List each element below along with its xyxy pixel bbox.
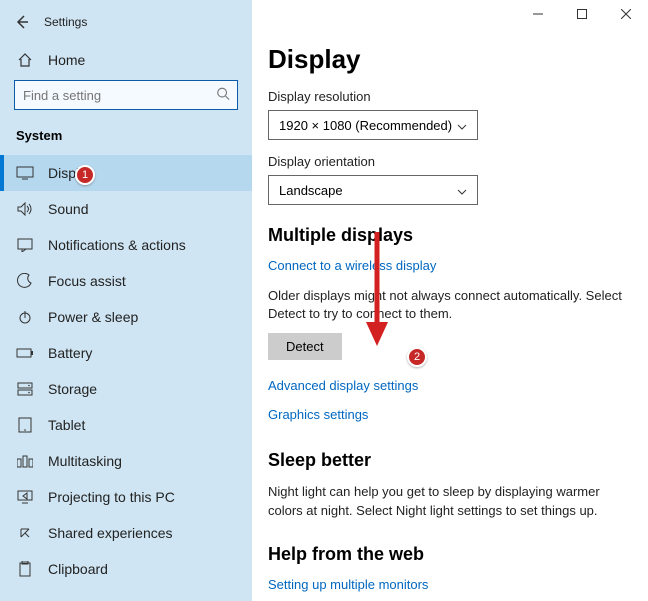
power-icon: [16, 309, 34, 325]
sidebar-item-storage[interactable]: Storage: [0, 371, 252, 407]
clipboard-icon: [16, 561, 34, 577]
multiple-displays-header: Multiple displays: [268, 225, 632, 246]
titlebar: Settings: [0, 6, 252, 46]
page-title: Display: [268, 44, 632, 75]
minimize-button[interactable]: [516, 0, 560, 28]
orientation-value: Landscape: [279, 183, 343, 198]
back-button[interactable]: [8, 8, 36, 36]
sidebar: Settings Home System Display Sound Notif…: [0, 0, 252, 601]
shared-icon: [16, 525, 34, 541]
sidebar-item-label: Battery: [48, 345, 92, 361]
sidebar-item-label: Storage: [48, 381, 97, 397]
main-content: Display Display resolution 1920 × 1080 (…: [252, 0, 648, 601]
chevron-down-icon: [457, 183, 467, 198]
orientation-select[interactable]: Landscape: [268, 175, 478, 205]
graphics-settings-link[interactable]: Graphics settings: [268, 407, 632, 422]
minimize-icon: [533, 9, 543, 19]
resolution-value: 1920 × 1080 (Recommended): [279, 118, 452, 133]
sidebar-item-multitasking[interactable]: Multitasking: [0, 443, 252, 479]
search-input[interactable]: [14, 80, 238, 110]
focus-icon: [16, 273, 34, 289]
annotation-badge-2: 2: [407, 347, 427, 367]
notifications-icon: [16, 238, 34, 252]
sidebar-item-label: Notifications & actions: [48, 237, 186, 253]
advanced-display-link[interactable]: Advanced display settings: [268, 378, 632, 393]
sidebar-item-label: Multitasking: [48, 453, 122, 469]
connect-wireless-link[interactable]: Connect to a wireless display: [268, 258, 632, 273]
help-web-header: Help from the web: [268, 544, 632, 565]
sleep-better-header: Sleep better: [268, 450, 632, 471]
sidebar-item-battery[interactable]: Battery: [0, 335, 252, 371]
projecting-icon: [16, 490, 34, 504]
home-nav[interactable]: Home: [0, 46, 252, 80]
storage-icon: [16, 382, 34, 396]
sidebar-item-label: Shared experiences: [48, 525, 173, 541]
sidebar-item-shared[interactable]: Shared experiences: [0, 515, 252, 551]
app-title: Settings: [36, 15, 87, 29]
sleep-better-text: Night light can help you get to sleep by…: [268, 483, 628, 519]
multitasking-icon: [16, 454, 34, 468]
home-label: Home: [48, 52, 85, 68]
close-button[interactable]: [604, 0, 648, 28]
sidebar-item-tablet[interactable]: Tablet: [0, 407, 252, 443]
resolution-label: Display resolution: [268, 89, 632, 104]
close-icon: [621, 9, 631, 19]
sidebar-item-display[interactable]: Display: [0, 155, 252, 191]
sidebar-item-label: Tablet: [48, 417, 85, 433]
resolution-select[interactable]: 1920 × 1080 (Recommended): [268, 110, 478, 140]
sidebar-item-projecting[interactable]: Projecting to this PC: [0, 479, 252, 515]
sidebar-item-label: Focus assist: [48, 273, 126, 289]
older-displays-text: Older displays might not always connect …: [268, 287, 628, 323]
arrow-left-icon: [14, 14, 30, 30]
home-icon: [16, 52, 34, 68]
sidebar-item-clipboard[interactable]: Clipboard: [0, 551, 252, 587]
nav-list: Display Sound Notifications & actions Fo…: [0, 155, 252, 587]
sidebar-item-notifications[interactable]: Notifications & actions: [0, 227, 252, 263]
annotation-badge-1: 1: [75, 165, 95, 185]
display-icon: [16, 166, 34, 180]
sidebar-item-sound[interactable]: Sound: [0, 191, 252, 227]
sound-icon: [16, 202, 34, 216]
sidebar-item-label: Power & sleep: [48, 309, 138, 325]
tablet-icon: [16, 417, 34, 433]
window-controls: [516, 0, 648, 28]
orientation-label: Display orientation: [268, 154, 632, 169]
sidebar-item-power[interactable]: Power & sleep: [0, 299, 252, 335]
maximize-button[interactable]: [560, 0, 604, 28]
detect-button[interactable]: Detect: [268, 333, 342, 360]
sidebar-item-focus[interactable]: Focus assist: [0, 263, 252, 299]
sidebar-item-label: Projecting to this PC: [48, 489, 175, 505]
search-wrap: [14, 80, 238, 110]
chevron-down-icon: [457, 118, 467, 133]
category-header: System: [0, 124, 252, 155]
battery-icon: [16, 347, 34, 359]
sidebar-item-label: Clipboard: [48, 561, 108, 577]
sidebar-item-label: Sound: [48, 201, 88, 217]
maximize-icon: [577, 9, 587, 19]
help-multiple-monitors-link[interactable]: Setting up multiple monitors: [268, 577, 632, 592]
